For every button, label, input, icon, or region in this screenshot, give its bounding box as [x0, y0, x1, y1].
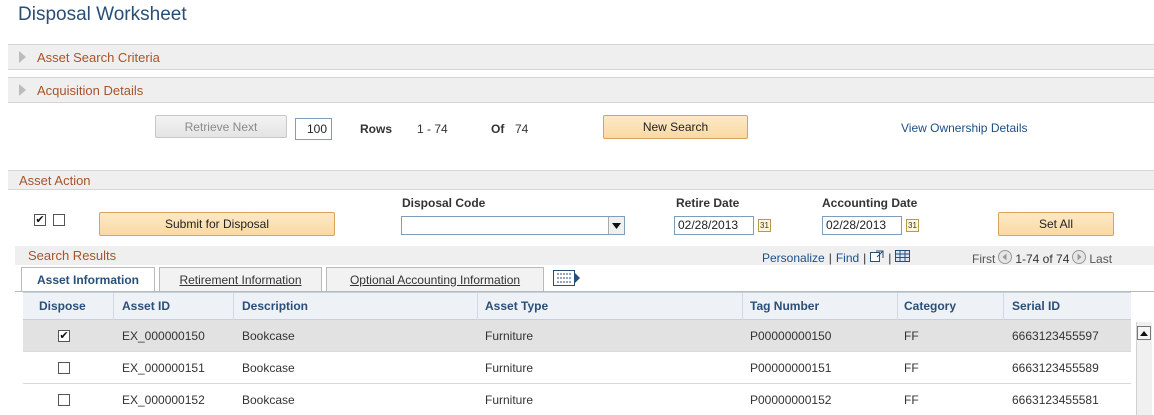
- calendar-icon[interactable]: 31: [758, 219, 771, 232]
- of-label: Of: [491, 122, 505, 136]
- dispose-checkbox[interactable]: [58, 362, 70, 374]
- toolbar-separator: |: [828, 250, 832, 265]
- column-header-serial-id[interactable]: Serial ID: [1012, 299, 1060, 313]
- set-all-button[interactable]: Set All: [998, 212, 1114, 236]
- submit-for-disposal-button[interactable]: Submit for Disposal: [99, 212, 335, 236]
- tab-optional-accounting-information[interactable]: Optional Accounting Information: [326, 267, 544, 291]
- rows-input[interactable]: 100: [295, 118, 332, 140]
- column-header-asset-id[interactable]: Asset ID: [122, 299, 170, 313]
- personalize-link[interactable]: Personalize: [762, 251, 825, 265]
- description-cell: Bookcase: [242, 329, 295, 343]
- find-link[interactable]: Find: [836, 251, 859, 265]
- first-label[interactable]: First: [972, 252, 995, 266]
- toolbar-separator: |: [863, 250, 867, 265]
- new-search-button[interactable]: New Search: [603, 115, 748, 139]
- disposal-code-select[interactable]: [401, 216, 625, 235]
- retire-date-input[interactable]: 02/28/2013: [674, 216, 754, 235]
- scroll-up-arrow-icon: [1140, 330, 1148, 336]
- view-ownership-link[interactable]: View Ownership Details: [901, 121, 1028, 135]
- description-cell: Bookcase: [242, 393, 295, 407]
- tag-number-cell: P00000000151: [750, 361, 832, 375]
- check-all-checkbox[interactable]: ✔: [34, 214, 46, 226]
- page-title: Disposal Worksheet: [18, 4, 187, 25]
- description-cell: Bookcase: [242, 361, 295, 375]
- toolbar-separator: |: [888, 250, 892, 265]
- asset-search-criteria-label[interactable]: Asset Search Criteria: [37, 50, 160, 65]
- download-icon[interactable]: [895, 250, 911, 265]
- acquisition-details-label[interactable]: Acquisition Details: [37, 83, 143, 98]
- previous-arrow-icon[interactable]: [998, 250, 1013, 267]
- acquisition-details-section[interactable]: Acquisition Details: [8, 77, 1154, 103]
- tag-number-cell: P00000000150: [750, 329, 832, 343]
- serial-id-cell: 6663123455597: [1012, 329, 1099, 343]
- expand-triangle-icon[interactable]: [19, 51, 26, 63]
- accounting-date-input[interactable]: 02/28/2013: [822, 216, 902, 235]
- column-header-description[interactable]: Description: [242, 299, 308, 313]
- view-all-icon[interactable]: [870, 250, 884, 265]
- asset-search-criteria-section[interactable]: Asset Search Criteria: [8, 44, 1154, 70]
- next-arrow-icon[interactable]: [1072, 250, 1087, 267]
- tag-number-cell: P00000000152: [750, 393, 832, 407]
- grid-header-row: Dispose Asset ID Description Asset Type …: [23, 292, 1131, 321]
- show-all-columns-icon[interactable]: [553, 270, 581, 289]
- retrieve-next-button[interactable]: Retrieve Next: [155, 115, 287, 138]
- column-header-dispose[interactable]: Dispose: [39, 299, 86, 313]
- uncheck-all-checkbox[interactable]: [53, 214, 65, 226]
- dispose-checkbox[interactable]: [58, 394, 70, 406]
- tab-asset-information[interactable]: Asset Information: [21, 267, 155, 291]
- calendar-icon[interactable]: 31: [906, 219, 919, 232]
- table-row[interactable]: ✔ EX_000000150 Bookcase Furniture P00000…: [23, 320, 1131, 352]
- dropdown-arrow-icon[interactable]: [608, 217, 624, 234]
- disposal-code-label: Disposal Code: [402, 196, 486, 210]
- table-row[interactable]: EX_000000151 Bookcase Furniture P0000000…: [23, 352, 1131, 384]
- column-header-tag-number[interactable]: Tag Number: [750, 299, 819, 313]
- column-header-asset-type[interactable]: Asset Type: [485, 299, 548, 313]
- table-row[interactable]: EX_000000152 Bookcase Furniture P0000000…: [23, 384, 1131, 415]
- asset-type-cell: Furniture: [485, 361, 534, 375]
- last-label[interactable]: Last: [1089, 252, 1112, 266]
- expand-triangle-icon[interactable]: [19, 84, 26, 96]
- asset-id-cell: EX_000000152: [122, 393, 205, 407]
- grid-pager: First 1-74 of 74 Last: [972, 250, 1112, 267]
- column-header-category[interactable]: Category: [904, 299, 956, 313]
- pager-range: 1-74 of 74: [1015, 251, 1070, 266]
- of-total: 74: [515, 122, 529, 136]
- tab-retirement-information[interactable]: Retirement Information: [159, 267, 322, 291]
- dispose-checkbox[interactable]: ✔: [58, 330, 70, 342]
- serial-id-cell: 6663123455589: [1012, 361, 1099, 375]
- asset-id-cell: EX_000000150: [122, 329, 205, 343]
- asset-id-cell: EX_000000151: [122, 361, 205, 375]
- asset-type-cell: Furniture: [485, 393, 534, 407]
- grid-toolbar: Personalize | Find | |: [762, 250, 911, 265]
- search-results-title: Search Results: [28, 248, 117, 263]
- accounting-date-label: Accounting Date: [822, 196, 918, 210]
- asset-action-header: Asset Action: [8, 170, 1154, 190]
- category-cell: FF: [904, 361, 919, 375]
- rows-range: 1 - 74: [417, 122, 448, 136]
- category-cell: FF: [904, 329, 919, 343]
- asset-type-cell: Furniture: [485, 329, 534, 343]
- retire-date-label: Retire Date: [676, 196, 740, 210]
- category-cell: FF: [904, 393, 919, 407]
- scroll-up-button[interactable]: [1137, 326, 1151, 340]
- rows-label: Rows: [360, 122, 393, 136]
- serial-id-cell: 6663123455581: [1012, 393, 1099, 407]
